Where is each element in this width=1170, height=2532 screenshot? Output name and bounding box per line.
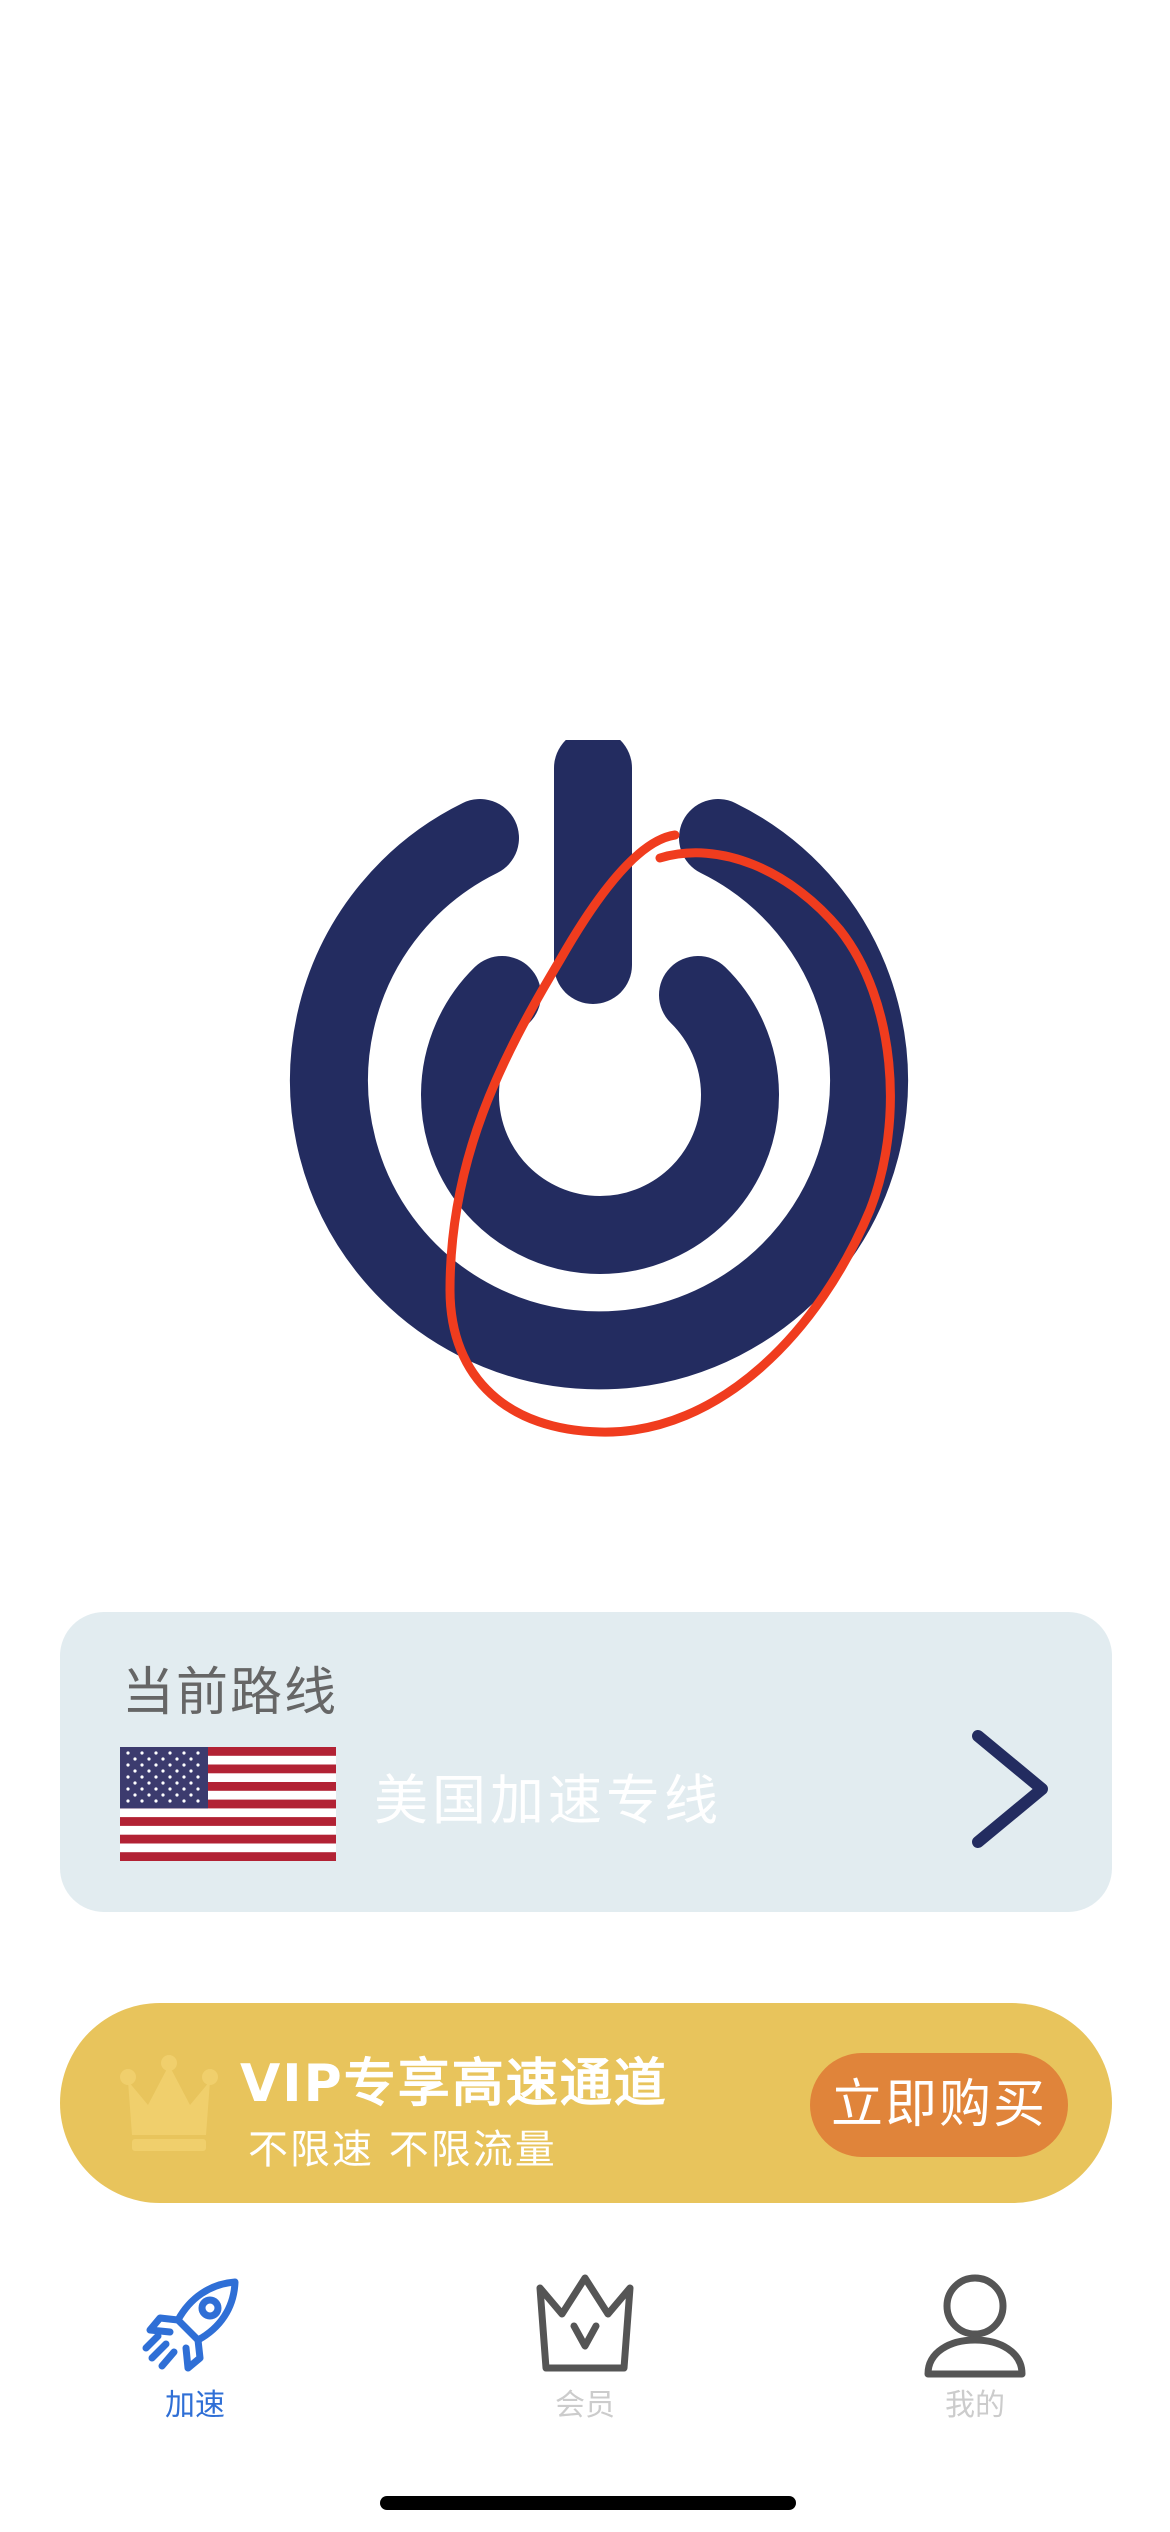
route-name: 美国加速专线 — [374, 1769, 722, 1832]
screen: 当前路线 美国加速专线 VIP专享高速通道 不限速 不限流量 立即购买 加速 会… — [0, 0, 1170, 2532]
power-icon — [290, 740, 908, 1390]
tab-vip-label: 会员 — [555, 2388, 615, 2423]
tab-mine-label: 我的 — [945, 2388, 1005, 2423]
tab-mine[interactable]: 我的 — [875, 2270, 1075, 2450]
tab-vip[interactable]: 会员 — [485, 2270, 685, 2450]
home-indicator — [380, 2496, 796, 2510]
tab-boost-label: 加速 — [165, 2388, 225, 2423]
crown-icon — [120, 2055, 218, 2151]
route-card[interactable]: 当前路线 美国加速专线 — [60, 1612, 1112, 1912]
us-flag-icon — [120, 1747, 336, 1861]
chevron-right-icon[interactable] — [964, 1724, 1054, 1854]
vip-title: VIP专享高速通道 — [240, 2054, 668, 2114]
vip-subtitle: 不限速 不限流量 — [248, 2127, 557, 2173]
rocket-icon — [142, 2278, 239, 2372]
vip-banner[interactable]: VIP专享高速通道 不限速 不限流量 立即购买 — [60, 2003, 1112, 2203]
route-title: 当前路线 — [122, 1663, 339, 1723]
tab-bar: 加速 会员 我的 — [0, 2270, 1170, 2450]
power-button[interactable] — [270, 740, 910, 1440]
crown-outline-icon — [536, 2274, 634, 2372]
person-icon — [924, 2274, 1026, 2378]
buy-now-button[interactable]: 立即购买 — [810, 2053, 1068, 2157]
tab-boost[interactable]: 加速 — [95, 2270, 295, 2450]
